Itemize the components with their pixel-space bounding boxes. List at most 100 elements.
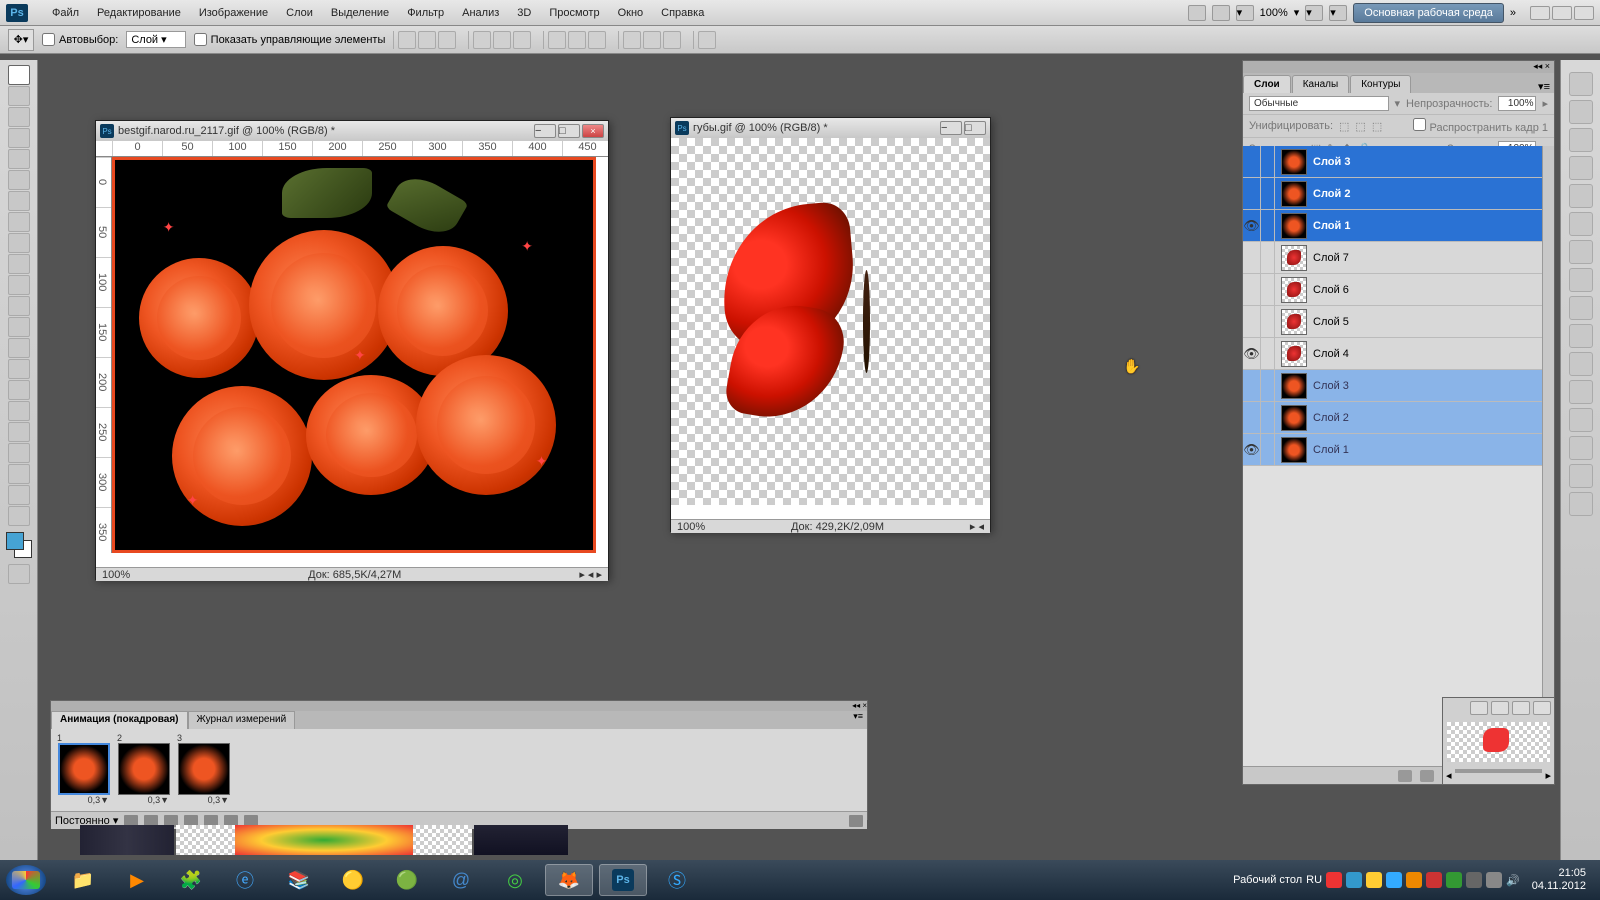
- visibility-toggle[interactable]: [1243, 146, 1261, 177]
- lock-column[interactable]: [1261, 210, 1275, 241]
- eraser-tool[interactable]: [8, 275, 30, 295]
- info-panel-icon[interactable]: [1569, 436, 1593, 460]
- animation-frame[interactable]: 30,3▼: [175, 733, 233, 807]
- clone-panel-icon[interactable]: [1569, 268, 1593, 292]
- screen-mode-icon[interactable]: ▾: [1236, 5, 1254, 21]
- panel-menu-icon[interactable]: ▾≡: [1534, 80, 1554, 93]
- layer-thumbnail[interactable]: [1281, 149, 1307, 175]
- layer-thumbnail[interactable]: [1281, 181, 1307, 207]
- hand-tool[interactable]: [8, 485, 30, 505]
- tray-icon[interactable]: [1486, 872, 1502, 888]
- visibility-toggle[interactable]: [1243, 178, 1261, 209]
- tray-icon[interactable]: [1346, 872, 1362, 888]
- distribute-vcenter-icon[interactable]: [568, 31, 586, 49]
- skype-app-icon[interactable]: Ⓢ: [653, 864, 701, 896]
- doc-maximize-button[interactable]: □: [558, 124, 580, 138]
- convert-timeline-button[interactable]: [849, 815, 863, 827]
- chrome-app-icon[interactable]: 🟡: [329, 864, 377, 896]
- extras-icon[interactable]: ▾: [1329, 5, 1347, 21]
- layer-fx-icon[interactable]: [1420, 770, 1434, 782]
- layer-name-label[interactable]: Слой 1: [1313, 220, 1350, 232]
- unify-icon[interactable]: ⬚: [1372, 120, 1382, 133]
- paragraph-panel-icon[interactable]: [1569, 380, 1593, 404]
- expand-icon[interactable]: [1569, 72, 1593, 96]
- quickmask-tool[interactable]: [8, 564, 30, 584]
- animation-frame[interactable]: 20,3▼: [115, 733, 173, 807]
- character-panel-icon[interactable]: [1569, 352, 1593, 376]
- media-player-icon[interactable]: ▶: [113, 864, 161, 896]
- tab-measurement[interactable]: Журнал измерений: [188, 711, 296, 729]
- mail-app-icon[interactable]: @: [437, 864, 485, 896]
- link-layers-icon[interactable]: [1398, 770, 1412, 782]
- dodge-tool[interactable]: [8, 338, 30, 358]
- eyedropper-tool[interactable]: [8, 170, 30, 190]
- lock-column[interactable]: [1261, 402, 1275, 433]
- layers-scrollbar[interactable]: [1542, 146, 1554, 766]
- tab-paths[interactable]: Контуры: [1350, 75, 1411, 93]
- workspace-button[interactable]: Основная рабочая среда: [1353, 3, 1504, 23]
- frame-delay[interactable]: 0,3▼: [115, 795, 173, 805]
- auto-align-icon[interactable]: [698, 31, 716, 49]
- ie-app-icon[interactable]: ⓔ: [221, 864, 269, 896]
- menu-file[interactable]: Файл: [43, 3, 88, 23]
- visibility-toggle[interactable]: [1243, 402, 1261, 433]
- lock-column[interactable]: [1261, 338, 1275, 369]
- volume-icon[interactable]: 🔊: [1506, 874, 1520, 887]
- visibility-toggle[interactable]: [1243, 306, 1261, 337]
- tray-icon[interactable]: [1406, 872, 1422, 888]
- menu-view[interactable]: Просмотр: [540, 3, 608, 23]
- arrange-icon[interactable]: ▾: [1305, 5, 1323, 21]
- layer-row[interactable]: Слой 3: [1243, 370, 1542, 402]
- app-icon[interactable]: 🟢: [383, 864, 431, 896]
- menu-select[interactable]: Выделение: [322, 3, 398, 23]
- layer-name-label[interactable]: Слой 1: [1313, 444, 1349, 456]
- propagate-checkbox[interactable]: Распространить кадр 1: [1413, 118, 1548, 134]
- visibility-toggle[interactable]: 👁: [1243, 210, 1261, 241]
- photoshop-app-icon[interactable]: Ps: [599, 864, 647, 896]
- tab-channels[interactable]: Каналы: [1292, 75, 1350, 93]
- layer-row[interactable]: 👁 Слой 1: [1243, 210, 1542, 242]
- winrar-app-icon[interactable]: 📚: [275, 864, 323, 896]
- tool-presets-icon[interactable]: [1569, 324, 1593, 348]
- doc-minimize-button[interactable]: −: [940, 121, 962, 135]
- lock-column[interactable]: [1261, 370, 1275, 401]
- layer-name-label[interactable]: Слой 5: [1313, 316, 1349, 328]
- blur-tool[interactable]: [8, 317, 30, 337]
- layer-name-label[interactable]: Слой 2: [1313, 188, 1350, 200]
- gradient-tool[interactable]: [8, 296, 30, 316]
- lock-column[interactable]: [1261, 434, 1275, 465]
- stamp-tool[interactable]: [8, 233, 30, 253]
- path-tool[interactable]: [8, 401, 30, 421]
- layer-row[interactable]: Слой 3: [1243, 146, 1542, 178]
- visibility-toggle[interactable]: [1243, 274, 1261, 305]
- tab-layers[interactable]: Слои: [1243, 75, 1291, 93]
- bridge-icon[interactable]: [1188, 5, 1206, 21]
- frame-delay[interactable]: 0,3▼: [55, 795, 113, 805]
- wand-tool[interactable]: [8, 128, 30, 148]
- tray-icon[interactable]: [1446, 872, 1462, 888]
- minimize-button[interactable]: [1530, 6, 1550, 20]
- layer-row[interactable]: 👁Слой 1: [1243, 434, 1542, 466]
- layer-thumbnail[interactable]: [1281, 373, 1307, 399]
- mini-btn[interactable]: [1533, 701, 1551, 715]
- maximize-button[interactable]: [1552, 6, 1572, 20]
- show-controls-checkbox[interactable]: Показать управляющие элементы: [194, 33, 386, 46]
- document-canvas[interactable]: ✦ ✦ ✦ ✦ ✦: [112, 157, 596, 553]
- distribute-hcenter-icon[interactable]: [643, 31, 661, 49]
- layer-row[interactable]: Слой 7: [1243, 242, 1542, 274]
- align-right-icon[interactable]: [513, 31, 531, 49]
- layer-row[interactable]: Слой 2: [1243, 402, 1542, 434]
- lasso-tool[interactable]: [8, 107, 30, 127]
- system-clock[interactable]: 21:0504.11.2012: [1524, 867, 1594, 893]
- anim-collapse-bar[interactable]: ◂◂ ×: [51, 701, 867, 711]
- layer-thumbnail[interactable]: [1281, 277, 1307, 303]
- lock-column[interactable]: [1261, 178, 1275, 209]
- shape-tool[interactable]: [8, 422, 30, 442]
- layer-name-label[interactable]: Слой 3: [1313, 380, 1349, 392]
- zoom-level[interactable]: 100%: [1260, 7, 1288, 19]
- document-titlebar[interactable]: Ps bestgif.narod.ru_2117.gif @ 100% (RGB…: [96, 121, 608, 141]
- mini-btn[interactable]: [1512, 701, 1530, 715]
- app-icon[interactable]: ◎: [491, 864, 539, 896]
- blend-mode-select[interactable]: Обычные: [1249, 96, 1389, 111]
- distribute-bottom-icon[interactable]: [588, 31, 606, 49]
